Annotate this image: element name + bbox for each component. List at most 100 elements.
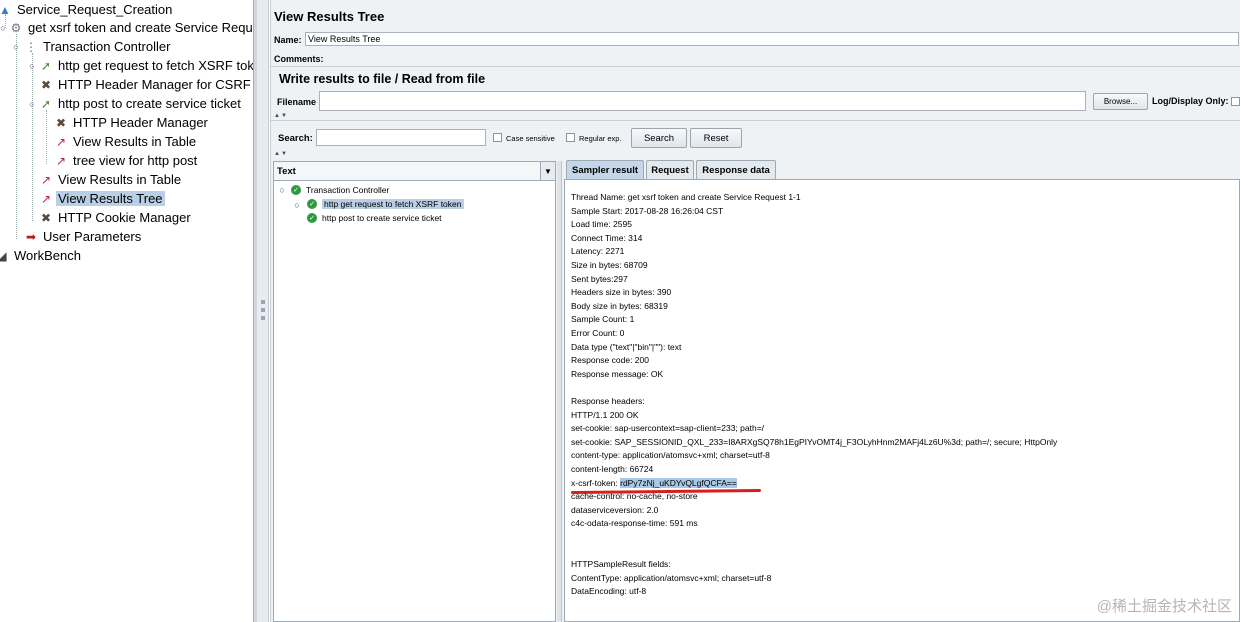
search-input[interactable] bbox=[316, 129, 486, 146]
result-line: ContentType: application/atomsvc+xml; ch… bbox=[571, 572, 772, 583]
result-line: Sample Start: 2017-08-28 16:26:04 CST bbox=[571, 205, 724, 216]
comments-label: Comments: bbox=[274, 54, 324, 64]
success-shield-icon: ✓ bbox=[291, 185, 301, 195]
tree-node-label: HTTP Header Manager bbox=[73, 115, 208, 130]
tree-node-label: WorkBench bbox=[14, 248, 81, 263]
result-line: content-length: 66724 bbox=[571, 464, 654, 474]
tab-response-data[interactable]: Response data bbox=[696, 160, 776, 179]
tree-node-header-manager[interactable]: ✖ HTTP Header Manager bbox=[54, 113, 210, 132]
file-group-title: Write results to file / Read from file bbox=[279, 72, 486, 86]
expand-toggle-icon[interactable]: ○ bbox=[27, 61, 37, 71]
success-shield-icon: ✓ bbox=[307, 199, 317, 209]
graph-icon: ↗ bbox=[40, 191, 52, 206]
sampler-result-text: Thread Name: get xsrf token and create S… bbox=[564, 179, 1240, 622]
result-line: Size in bytes: 68709 bbox=[571, 260, 648, 270]
result-node-get[interactable]: ✓ http get request to fetch XSRF token bbox=[307, 197, 464, 211]
tree-node-test-plan[interactable]: ▲ Service_Request_Creation bbox=[0, 0, 174, 19]
csrf-token-label: x-csrf-token: bbox=[571, 477, 621, 488]
result-line: Latency: 2271 bbox=[571, 246, 625, 257]
case-sensitive-checkbox[interactable] bbox=[493, 133, 502, 142]
result-line: content-type: application/atomsvc+xml; c… bbox=[571, 450, 770, 461]
chevron-down-icon[interactable]: ▼ bbox=[540, 162, 555, 180]
tree-node-workbench[interactable]: ◢ WorkBench bbox=[0, 246, 83, 265]
pipette-icon: ➚ bbox=[40, 96, 52, 111]
tree-guide bbox=[16, 34, 17, 239]
divider bbox=[271, 120, 1240, 121]
expand-toggle-icon[interactable]: ○ bbox=[0, 23, 8, 33]
expand-toggle-icon[interactable]: ○ bbox=[27, 99, 37, 109]
filename-input[interactable] bbox=[319, 91, 1086, 111]
tree-node-tree-view-post[interactable]: ↗ tree view for http post bbox=[54, 151, 199, 170]
tree-node-http-get[interactable]: ➚ http get request to fetch XSRF toker bbox=[39, 56, 256, 75]
result-line: Thread Name: get xsrf token and create S… bbox=[571, 192, 801, 202]
result-node-label: http get request to fetch XSRF token bbox=[322, 199, 464, 209]
result-node-post[interactable]: ✓ http post to create service ticket bbox=[307, 211, 442, 225]
tree-node-label: Transaction Controller bbox=[43, 39, 171, 54]
tree-node-user-parameters[interactable]: ➡ User Parameters bbox=[24, 227, 143, 246]
tree-node-label: View Results in Table bbox=[58, 172, 182, 187]
graph-icon: ↗ bbox=[55, 134, 67, 149]
result-line: Error Count: 0 bbox=[571, 328, 625, 338]
workbench-icon: ◢ bbox=[0, 248, 7, 263]
expand-toggle-icon[interactable]: ○ bbox=[292, 200, 302, 210]
tree-node-results-table-2[interactable]: ↗ View Results in Table bbox=[39, 170, 183, 189]
graph-icon: ↗ bbox=[40, 172, 52, 187]
tree-node-label: HTTP Header Manager for CSRF to bbox=[58, 77, 256, 92]
tree-node-label: get xsrf token and create Service Reques bbox=[28, 20, 256, 35]
tab-request[interactable]: Request bbox=[646, 160, 694, 179]
log-display-label: Log/Display Only: bbox=[1152, 96, 1229, 106]
tree-node-header-manager-csrf[interactable]: ✖ HTTP Header Manager for CSRF to bbox=[39, 75, 256, 94]
result-line: Data type ("text"|"bin"|""): text bbox=[571, 341, 682, 352]
graph-icon: ↗ bbox=[55, 153, 67, 168]
regex-label: Regular exp. bbox=[579, 134, 622, 143]
tree-node-label: User Parameters bbox=[43, 229, 142, 244]
watermark: @稀土掘金技术社区 bbox=[1096, 598, 1232, 615]
wrench-icon: ✖ bbox=[40, 210, 52, 225]
expand-toggle-icon[interactable]: ○ bbox=[277, 185, 287, 195]
tree-guide bbox=[46, 110, 47, 164]
tree-node-cookie-manager[interactable]: ✖ HTTP Cookie Manager bbox=[39, 208, 193, 227]
collapse-arrows-icon[interactable]: ▲▼ bbox=[274, 113, 288, 119]
result-line: Response headers: bbox=[571, 396, 645, 406]
tree-node-results-table[interactable]: ↗ View Results in Table bbox=[54, 132, 198, 151]
regex-checkbox[interactable] bbox=[566, 133, 575, 142]
tree-node-thread-group[interactable]: ⚙ get xsrf token and create Service Requ… bbox=[9, 18, 256, 37]
result-line: Response code: 200 bbox=[571, 355, 649, 366]
result-line: Connect Time: 314 bbox=[571, 232, 643, 243]
case-sensitive-label: Case sensitive bbox=[506, 134, 555, 143]
search-button[interactable]: Search bbox=[631, 128, 687, 148]
result-line: set-cookie: SAP_SESSIONID_QXL_233=I8ARXg… bbox=[571, 436, 1058, 447]
tab-sampler-result[interactable]: Sampler result bbox=[566, 160, 644, 179]
result-line: HTTPSampleResult fields: bbox=[571, 559, 671, 570]
collapse-arrows-icon[interactable]: ▲▼ bbox=[274, 151, 288, 157]
name-field[interactable]: View Results Tree bbox=[305, 32, 1239, 46]
tree-node-label: tree view for http post bbox=[73, 153, 198, 168]
panel-title: View Results Tree bbox=[274, 9, 385, 24]
log-display-checkbox[interactable] bbox=[1231, 97, 1240, 106]
result-node-transaction[interactable]: ✓ Transaction Controller bbox=[291, 183, 389, 197]
csrf-token-value[interactable]: rdPy7zNj_uKDYvQLgfQCFA== bbox=[620, 477, 737, 488]
wrench-icon: ✖ bbox=[40, 77, 52, 92]
divider bbox=[271, 66, 1240, 67]
expand-toggle-icon[interactable]: ○ bbox=[11, 42, 21, 52]
result-node-label: http post to create service ticket bbox=[322, 213, 442, 223]
tree-node-transaction-controller[interactable]: ⋮ Transaction Controller bbox=[24, 37, 172, 56]
result-line: Sample Count: 1 bbox=[571, 314, 635, 325]
tree-node-label: View Results in Table bbox=[73, 134, 197, 149]
browse-button[interactable]: Browse... bbox=[1093, 93, 1148, 110]
pipette-icon: ➚ bbox=[40, 58, 52, 73]
tree-node-http-post[interactable]: ➚ http post to create service ticket bbox=[39, 94, 243, 113]
detail-area: Sampler result Request Response data Thr… bbox=[562, 160, 1240, 622]
splitter-grip bbox=[261, 316, 265, 320]
renderer-select[interactable]: Text ▼ bbox=[274, 162, 555, 181]
controller-icon: ⋮ bbox=[25, 39, 37, 54]
pane-splitter[interactable] bbox=[257, 0, 269, 622]
wrench-icon: ✖ bbox=[55, 115, 67, 130]
gear-icon: ⚙ bbox=[10, 20, 22, 35]
result-line: Response message: OK bbox=[571, 368, 664, 379]
result-line: c4c-odata-response-time: 591 ms bbox=[571, 518, 698, 529]
tree-node-label: http get request to fetch XSRF toker bbox=[58, 58, 256, 73]
name-label: Name: bbox=[274, 35, 302, 45]
tree-node-results-tree[interactable]: ↗ View Results Tree bbox=[39, 189, 165, 208]
reset-button[interactable]: Reset bbox=[690, 128, 742, 148]
